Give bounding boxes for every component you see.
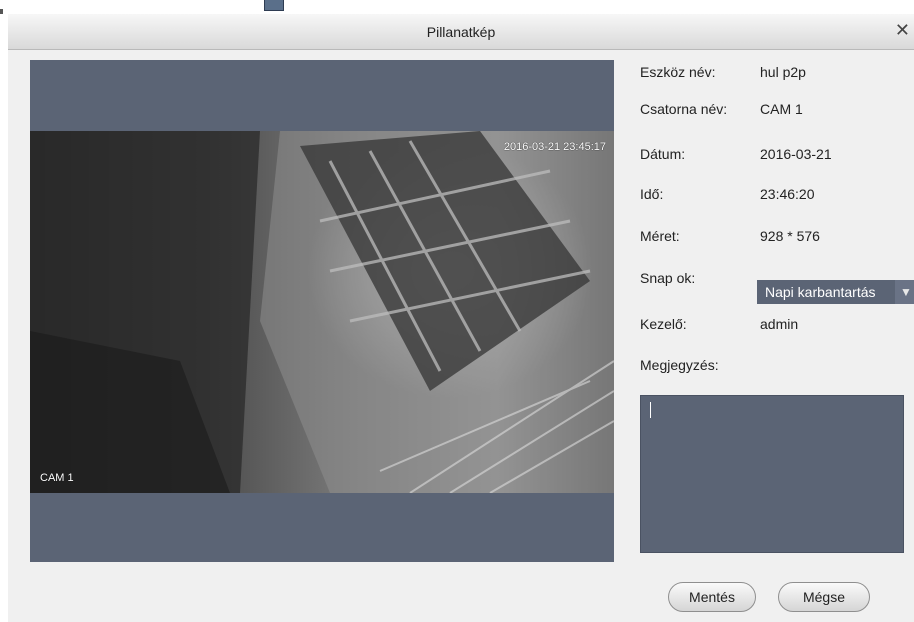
video-timestamp: 2016-03-21 23:45:17 — [503, 141, 606, 153]
title-bar: Pillanatkép ✕ — [8, 14, 914, 50]
video-camera-label: CAM 1 — [40, 472, 74, 484]
date-value: 2016-03-21 — [760, 146, 832, 162]
chevron-down-icon[interactable]: ▼ — [895, 280, 914, 304]
snap-reason-select[interactable]: Napi karbantartás ▼ — [757, 280, 914, 304]
channel-name-label: Csatorna név: — [640, 101, 728, 117]
snap-reason-value: Napi karbantartás — [765, 284, 876, 300]
desktop-taskbar-icon — [264, 0, 284, 11]
snapshot-image: 2016-03-21 23:45:17 CAM 1 — [30, 131, 614, 493]
device-name-label: Eszköz név: — [640, 64, 716, 80]
snapshot-scene — [30, 131, 614, 493]
save-button[interactable]: Mentés — [668, 582, 756, 612]
date-label: Dátum: — [640, 146, 686, 162]
desktop-strip — [0, 0, 914, 14]
close-icon[interactable]: ✕ — [895, 21, 910, 39]
size-label: Méret: — [640, 228, 680, 244]
dialog-title: Pillanatkép — [426, 24, 496, 40]
time-label: Idő: — [640, 186, 664, 202]
channel-name-value: CAM 1 — [760, 101, 803, 117]
desktop-edge-mark — [0, 9, 3, 14]
text-caret — [650, 402, 651, 418]
cancel-button[interactable]: Mégse — [778, 582, 870, 612]
note-textarea[interactable] — [640, 395, 904, 553]
operator-label: Kezelő: — [640, 316, 687, 332]
operator-value: admin — [760, 316, 799, 332]
snapshot-preview: 2016-03-21 23:45:17 CAM 1 — [30, 60, 614, 562]
time-value: 23:46:20 — [760, 186, 815, 202]
size-value: 928 * 576 — [760, 228, 820, 244]
note-label: Megjegyzés: — [640, 357, 719, 373]
snapshot-dialog: Pillanatkép ✕ 2016-03-21 23:45:17 CAM 1 … — [8, 14, 914, 622]
snap-reason-label: Snap ok: — [640, 270, 696, 286]
device-name-value: hul p2p — [760, 64, 806, 80]
